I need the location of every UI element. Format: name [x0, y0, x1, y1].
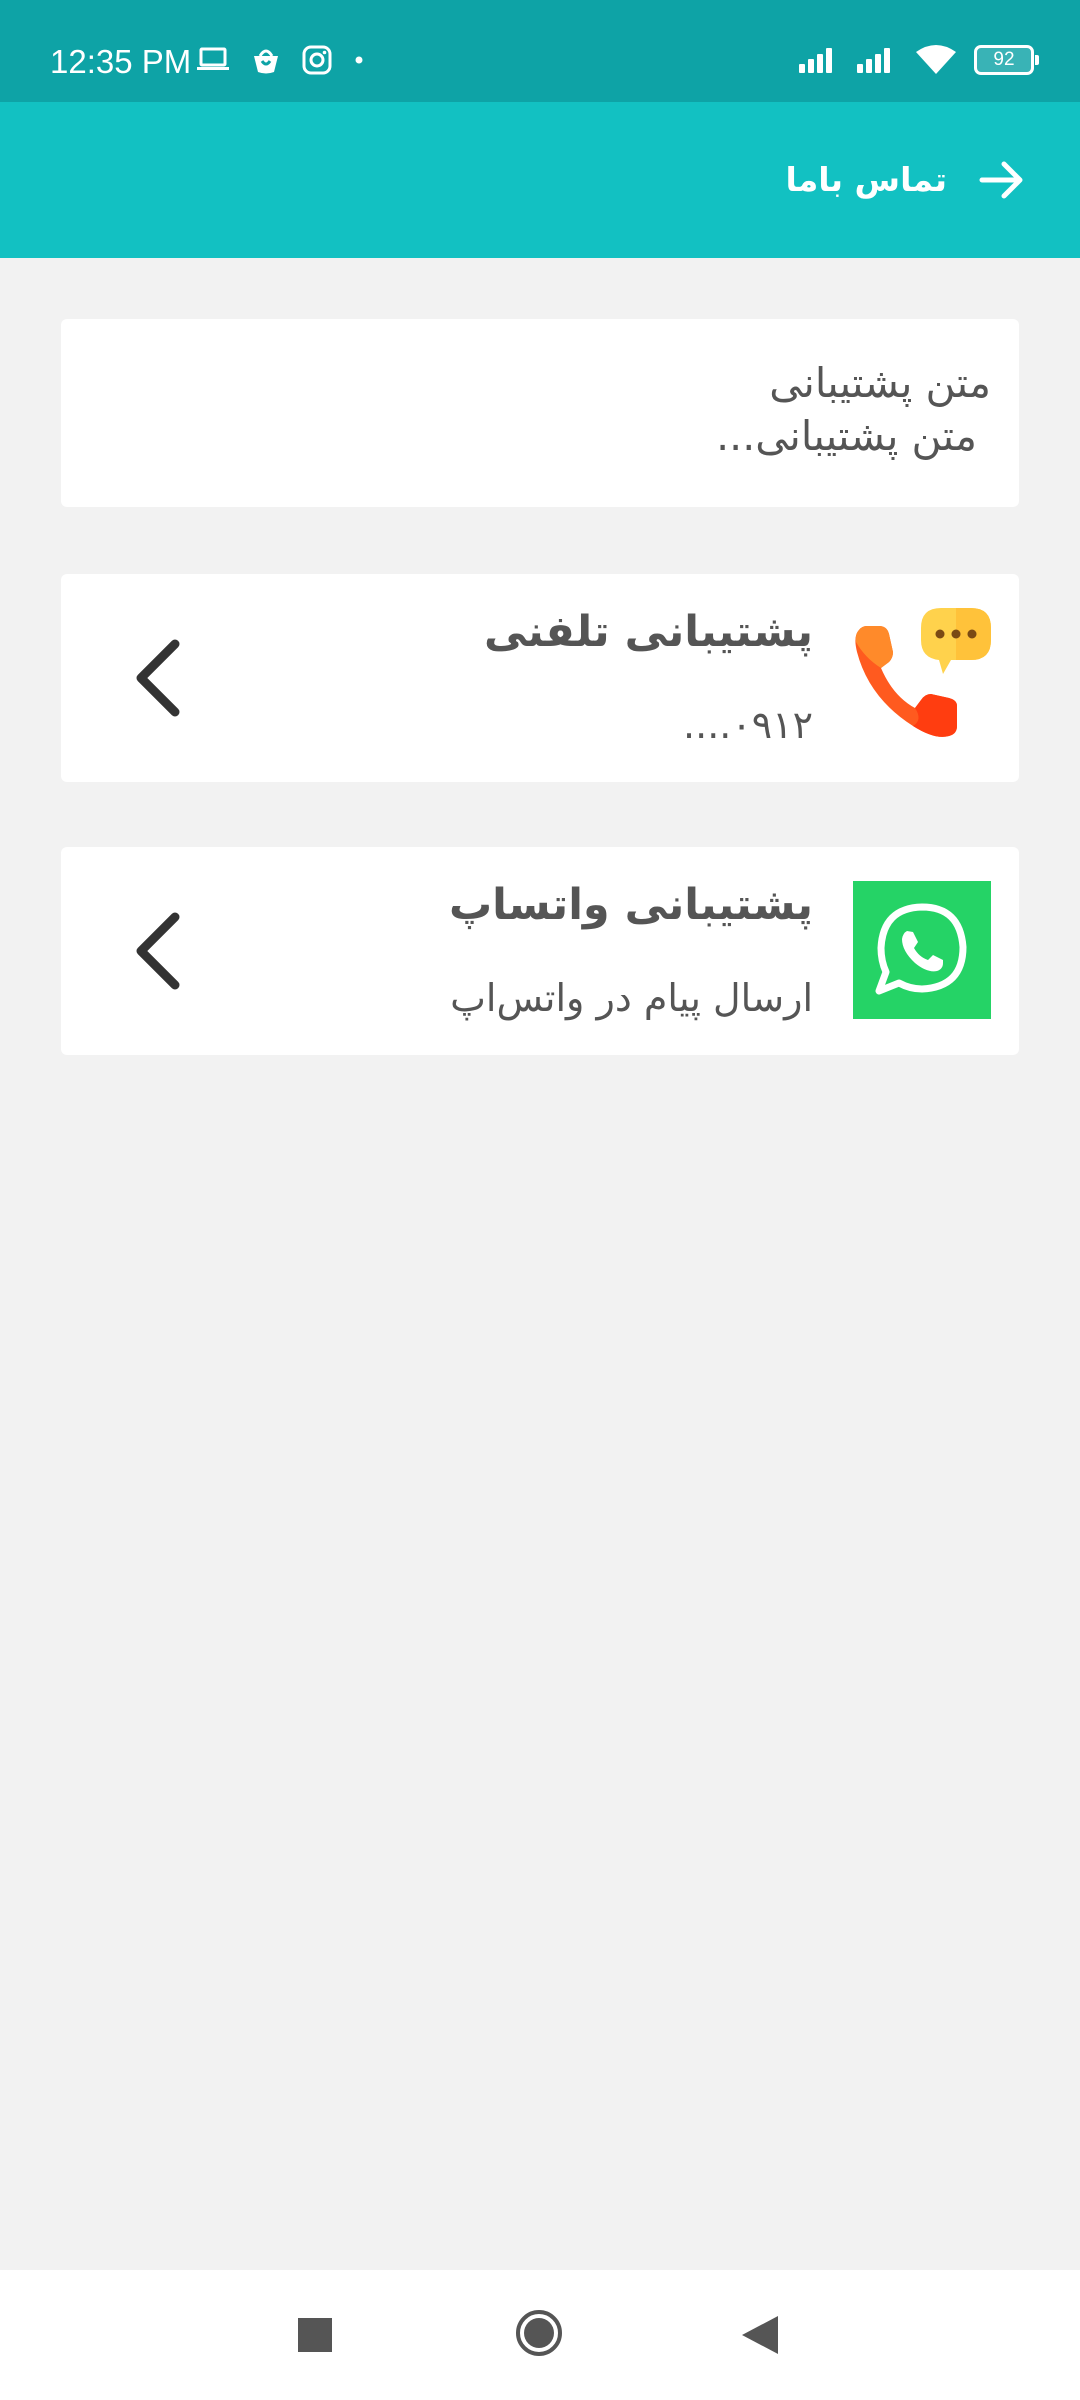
- phone-support-title: پشتیبانی تلفنی: [483, 607, 813, 657]
- navigation-bar: [0, 2270, 1080, 2400]
- page-title: تماس باما: [785, 160, 947, 199]
- instagram-icon: [302, 45, 332, 75]
- status-bar: 12:35 PM 92: [0, 0, 1080, 102]
- recent-apps-icon[interactable]: [298, 2318, 332, 2352]
- system-icons: 92: [798, 44, 1039, 76]
- shopping-bag-icon: [254, 49, 278, 74]
- dot-icon: [355, 56, 363, 64]
- wifi-icon: [916, 45, 956, 74]
- battery-level: 92: [993, 49, 1015, 70]
- chevron-left-icon[interactable]: [131, 909, 187, 993]
- laptop-icon: [197, 47, 229, 70]
- signal-icon: [857, 48, 890, 73]
- chevron-left-icon[interactable]: [131, 636, 187, 720]
- whatsapp-icon: [853, 881, 991, 1019]
- whatsapp-support-title: پشتیبانی واتساپ: [448, 880, 813, 930]
- whatsapp-support-subtitle: ارسال پیام در واتس‌اپ: [450, 976, 813, 1020]
- arrow-right-icon[interactable]: [976, 154, 1028, 206]
- phone-chat-icon: [855, 608, 991, 737]
- status-time: 12:35 PM: [50, 43, 192, 80]
- intro-card: متن پشتیبانی متن پشتیبانی...: [61, 319, 1019, 507]
- whatsapp-support-card[interactable]: پشتیبانی واتساپ ارسال پیام در واتس‌اپ: [61, 847, 1019, 1055]
- intro-line-1: متن پشتیبانی: [769, 359, 991, 407]
- phone-support-card[interactable]: پشتیبانی تلفنی ۰۹۱۲....: [61, 574, 1019, 782]
- notification-icons: [196, 44, 366, 76]
- signal-icon: [799, 48, 832, 73]
- home-icon[interactable]: [514, 2308, 564, 2358]
- phone-support-number: ۰۹۱۲....: [683, 703, 813, 747]
- battery-icon: 92: [974, 45, 1039, 75]
- intro-line-2: متن پشتیبانی...: [716, 412, 977, 460]
- app-bar: تماس باما: [0, 102, 1080, 258]
- intro-text: متن پشتیبانی متن پشتیبانی...: [111, 357, 991, 463]
- back-icon[interactable]: [740, 2314, 780, 2356]
